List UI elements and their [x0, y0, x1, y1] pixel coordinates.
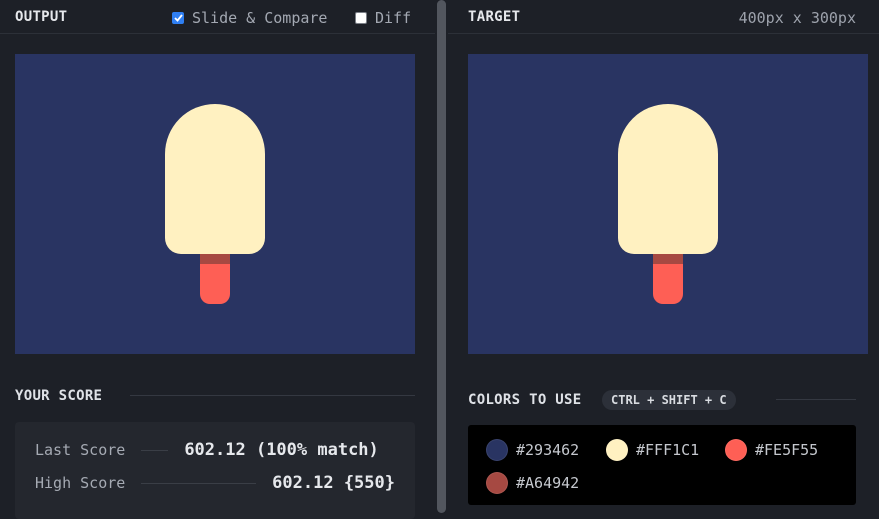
color-hex: #293462 — [516, 441, 580, 459]
high-score-row: High Score 602.12 {550} — [35, 473, 395, 493]
score-box: Last Score 602.12 (100% match) High Scor… — [15, 422, 415, 519]
output-panel: OUTPUT Slide & Compare Diff YOUR SCORE L… — [0, 0, 435, 519]
score-divider — [130, 395, 415, 396]
high-score-label: High Score — [35, 474, 126, 492]
diff-checkbox[interactable] — [355, 12, 367, 24]
color-swatch[interactable]: #FFF1C1 — [606, 439, 699, 461]
color-dot — [486, 439, 508, 461]
colors-palette: #293462 #FFF1C1 #FE5F55 #A64942 — [468, 425, 856, 505]
popsicle-stick — [200, 264, 230, 304]
output-header: OUTPUT Slide & Compare Diff — [0, 0, 435, 34]
color-swatch[interactable]: #A64942 — [486, 472, 579, 494]
color-dot — [486, 472, 508, 494]
target-canvas[interactable] — [468, 54, 868, 354]
color-swatch[interactable]: #FE5F55 — [725, 439, 818, 461]
target-dimensions: 400px x 300px — [738, 9, 856, 27]
target-panel: TARGET 400px x 300px COLORS TO USE CTRL … — [448, 0, 879, 519]
target-title: TARGET — [468, 8, 521, 25]
slide-compare-label: Slide & Compare — [192, 9, 328, 27]
color-dot — [606, 439, 628, 461]
slide-compare-toggle[interactable]: Slide & Compare — [172, 9, 327, 27]
colors-divider — [776, 399, 856, 400]
checkmark-icon — [173, 14, 183, 22]
popsicle-body — [618, 104, 718, 254]
color-hex: #FE5F55 — [755, 441, 819, 459]
colors-section-title: COLORS TO USE — [468, 392, 582, 408]
color-hex: #FFF1C1 — [636, 441, 700, 459]
color-swatch[interactable]: #293462 — [486, 439, 579, 461]
popsicle-stick — [653, 264, 683, 304]
high-score-value: 602.12 {550} — [272, 473, 395, 493]
target-header: TARGET 400px x 300px — [448, 0, 879, 34]
panel-resize-handle[interactable] — [435, 0, 448, 519]
popsicle-stick-tip — [200, 254, 230, 264]
last-score-value: 602.12 (100% match) — [184, 440, 379, 460]
score-section-title: YOUR SCORE — [15, 388, 103, 404]
last-score-label: Last Score — [35, 441, 126, 459]
last-score-row: Last Score 602.12 (100% match) — [35, 440, 395, 460]
resize-bar[interactable] — [437, 0, 446, 513]
output-title: OUTPUT — [15, 8, 68, 25]
output-canvas[interactable] — [15, 54, 415, 354]
color-dot — [725, 439, 747, 461]
color-hex: #A64942 — [516, 474, 580, 492]
diff-label: Diff — [375, 9, 412, 27]
row-separator — [141, 449, 169, 451]
diff-toggle[interactable]: Diff — [355, 9, 411, 27]
popsicle-body — [165, 104, 265, 254]
slide-compare-checkbox[interactable] — [172, 12, 184, 24]
copy-colors-shortcut: CTRL + SHIFT + C — [602, 390, 736, 410]
row-separator — [141, 482, 257, 484]
popsicle-stick-tip — [653, 254, 683, 264]
